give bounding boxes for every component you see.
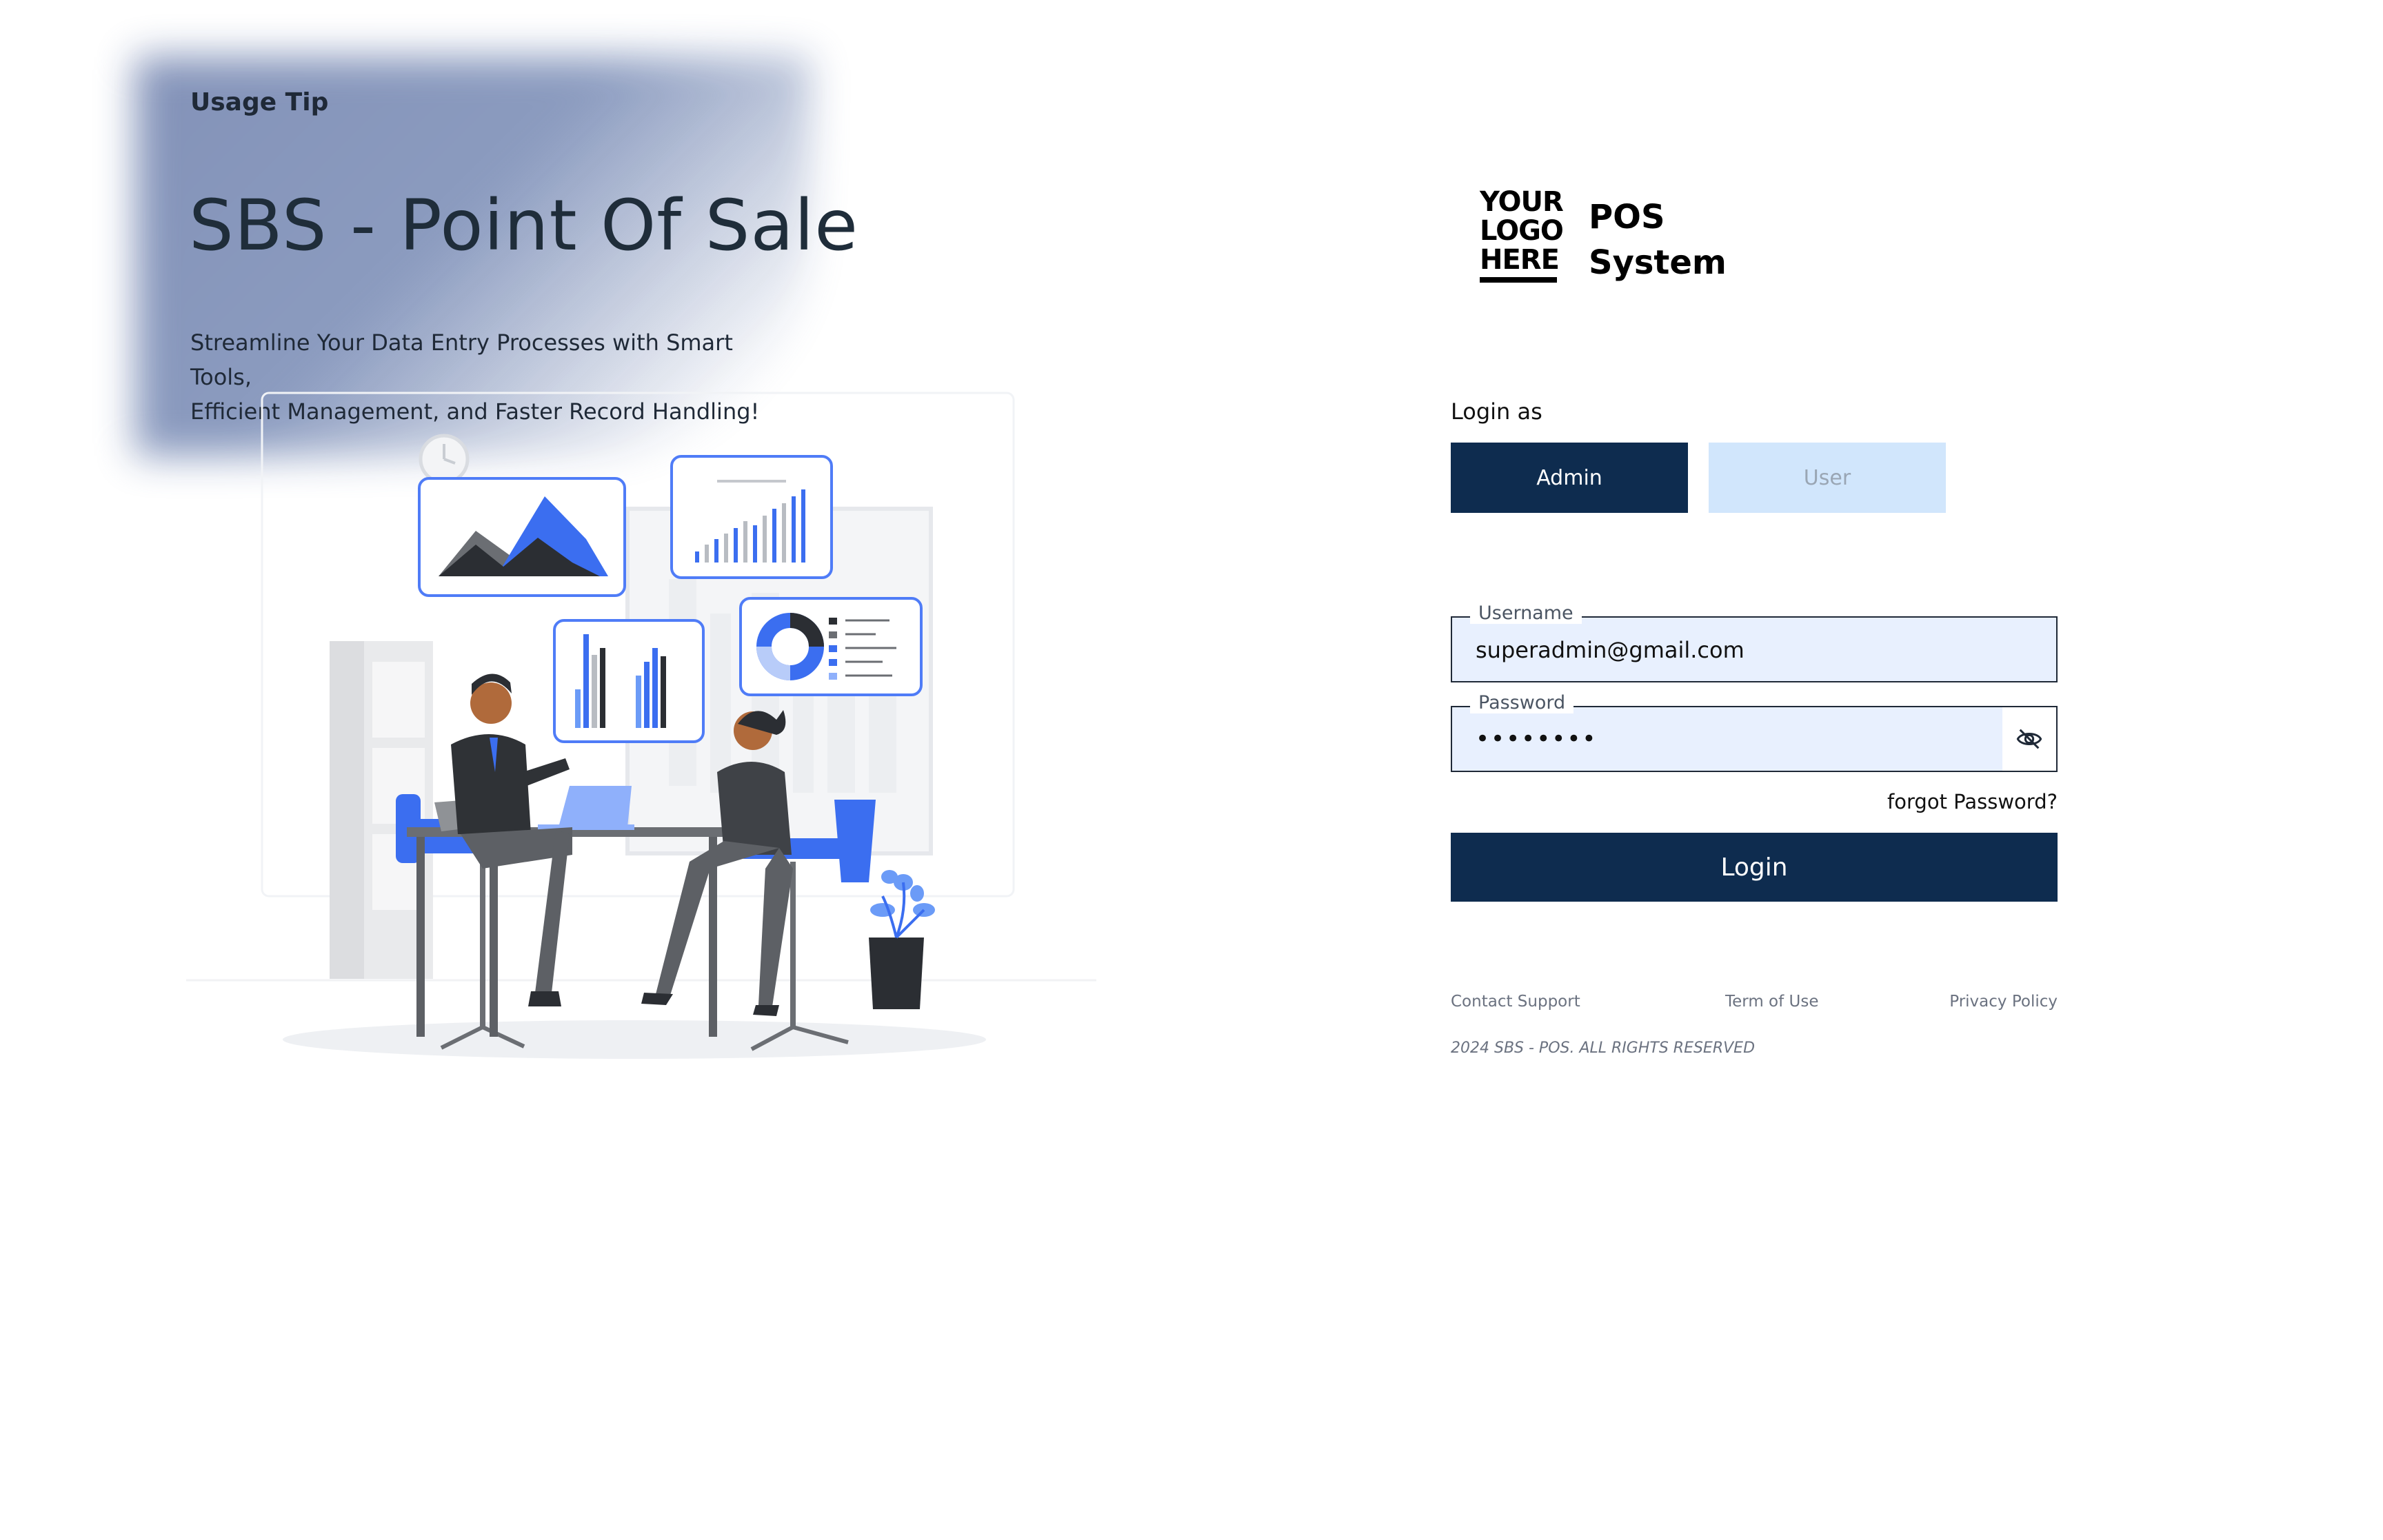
page-title: SBS - Point Of Sale [189, 185, 858, 267]
admin-role-button[interactable]: Admin [1451, 443, 1688, 513]
subtitle-line-1: Streamline Your Data Entry Processes wit… [190, 330, 733, 390]
logo-line-2: LOGO [1480, 215, 1564, 247]
username-field[interactable]: Username superadmin@gmail.com [1451, 602, 2058, 682]
copyright-text: 2024 SBS - POS. ALL RIGHTS RESERVED [1451, 1040, 1756, 1057]
eye-slash-icon [2016, 729, 2042, 749]
brand-name: POS System [1589, 194, 1727, 285]
forgot-password-link[interactable]: forgot Password? [1862, 790, 2058, 813]
user-role-button[interactable]: User [1709, 443, 1946, 513]
contact-support-link[interactable]: Contact Support [1451, 993, 1580, 1011]
brand-logo: YOUR LOGO HERE [1480, 186, 1564, 283]
logo-line-1: YOUR [1480, 186, 1564, 218]
logo-line-3: HERE [1480, 244, 1560, 276]
terms-of-use-link[interactable]: Term of Use [1725, 993, 1819, 1011]
logo-underline [1480, 277, 1557, 283]
password-field[interactable]: Password •••••••• [1451, 692, 2058, 772]
usage-tip-label: Usage Tip [190, 88, 329, 116]
brand-name-line-1: POS [1589, 198, 1665, 236]
password-input[interactable]: •••••••• [1476, 725, 1597, 753]
username-input[interactable]: superadmin@gmail.com [1476, 637, 1744, 663]
login-as-label: Login as [1451, 398, 1542, 425]
brand-name-line-2: System [1589, 243, 1727, 282]
login-button[interactable]: Login [1451, 833, 2058, 902]
password-label: Password [1470, 692, 1574, 713]
business-meeting-illustration [186, 392, 1096, 1059]
toggle-password-visibility-button[interactable] [2002, 707, 2056, 771]
username-label: Username [1470, 602, 1582, 624]
privacy-policy-link[interactable]: Privacy Policy [1944, 993, 2058, 1011]
